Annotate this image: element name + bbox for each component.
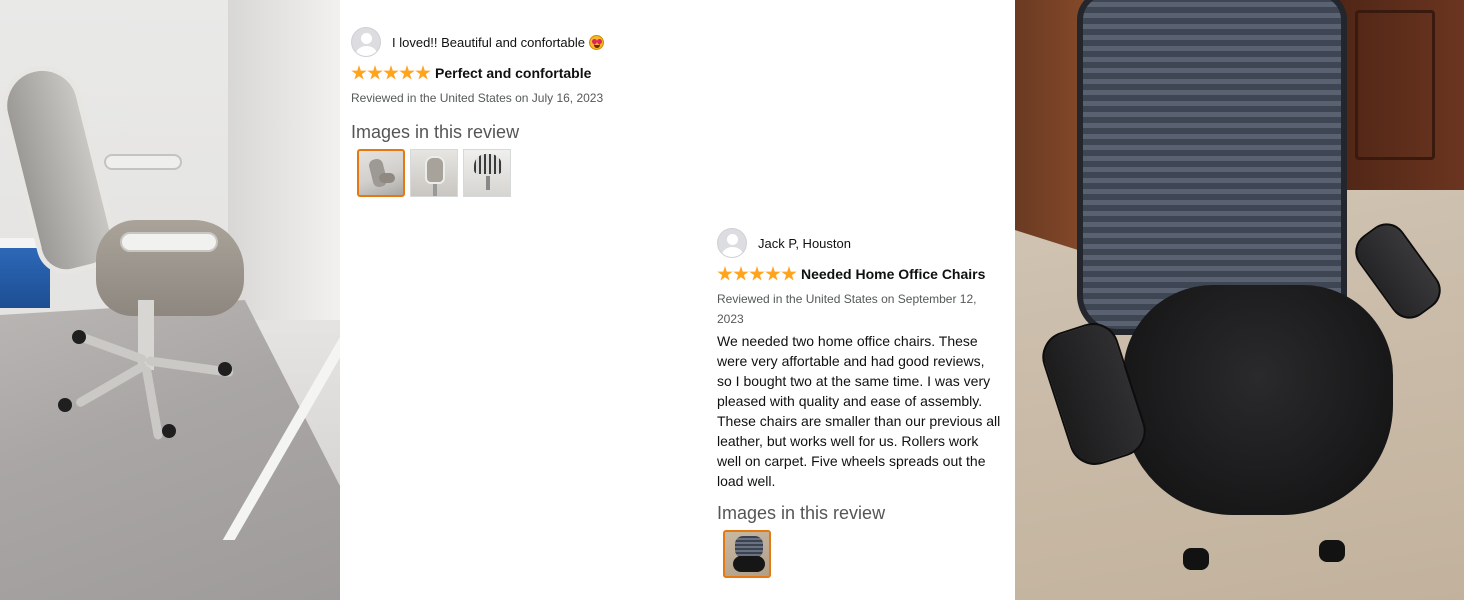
reviewer-name[interactable]: Jack P, Houston <box>758 236 851 251</box>
chair-wheel <box>72 330 86 344</box>
carpet <box>0 300 340 600</box>
reviewer-profile[interactable]: I loved!! Beautiful and confortable <box>351 26 681 58</box>
wall <box>228 0 340 320</box>
chair-wheel <box>218 362 232 376</box>
right-chair-photo <box>1015 0 1464 600</box>
images-heading: Images in this review <box>717 503 886 523</box>
star-icon <box>749 266 765 281</box>
review-title[interactable]: Perfect and confortable <box>435 65 591 81</box>
chair-wheel <box>162 424 176 438</box>
chair-armrest-back <box>104 154 182 170</box>
star-icon <box>765 266 781 281</box>
reviewer-name[interactable]: I loved!! Beautiful and confortable <box>392 35 585 50</box>
review-card: I loved!! Beautiful and confortable Perf… <box>351 26 681 197</box>
reviewer-profile[interactable]: Jack P, Houston <box>717 227 1002 259</box>
review-date: Reviewed in the United States on July 16… <box>351 91 604 105</box>
star-rating[interactable] <box>717 266 797 282</box>
star-icon <box>383 65 399 80</box>
images-heading: Images in this review <box>351 122 520 142</box>
star-icon <box>781 266 797 281</box>
heart-eyes-emoji-icon <box>588 34 604 50</box>
review-date: Reviewed in the United States on Septemb… <box>717 292 977 326</box>
star-icon <box>367 65 383 80</box>
chair-wheel <box>58 398 72 412</box>
review-image-thumbnail[interactable] <box>463 149 511 197</box>
cabinet-door <box>1355 10 1435 160</box>
chair-seat <box>1123 285 1393 515</box>
review-body: We needed two home office chairs. These … <box>717 333 1001 489</box>
review-image-thumbnail[interactable] <box>357 149 405 197</box>
review-title-row: Needed Home Office Chairs <box>717 265 1002 283</box>
star-icon <box>717 266 733 281</box>
star-icon <box>415 65 431 80</box>
review-title-row: Perfect and confortable <box>351 64 681 82</box>
star-icon <box>733 266 749 281</box>
left-chair-photo <box>0 0 340 600</box>
chair-caster <box>1183 548 1209 570</box>
star-icon <box>351 65 367 80</box>
star-icon <box>399 65 415 80</box>
avatar[interactable] <box>351 27 381 57</box>
review-image-thumbnail[interactable] <box>410 149 458 197</box>
review-image-thumbnail[interactable] <box>723 530 771 578</box>
star-rating[interactable] <box>351 65 431 81</box>
review-image-thumbnails <box>357 149 681 197</box>
chair-armrest-front <box>120 232 218 252</box>
avatar[interactable] <box>717 228 747 258</box>
chair-caster <box>1319 540 1345 562</box>
review-title[interactable]: Needed Home Office Chairs <box>801 266 985 282</box>
review-image-thumbnails <box>723 530 1002 578</box>
review-card: Jack P, Houston Needed Home Office Chair… <box>717 227 1002 578</box>
